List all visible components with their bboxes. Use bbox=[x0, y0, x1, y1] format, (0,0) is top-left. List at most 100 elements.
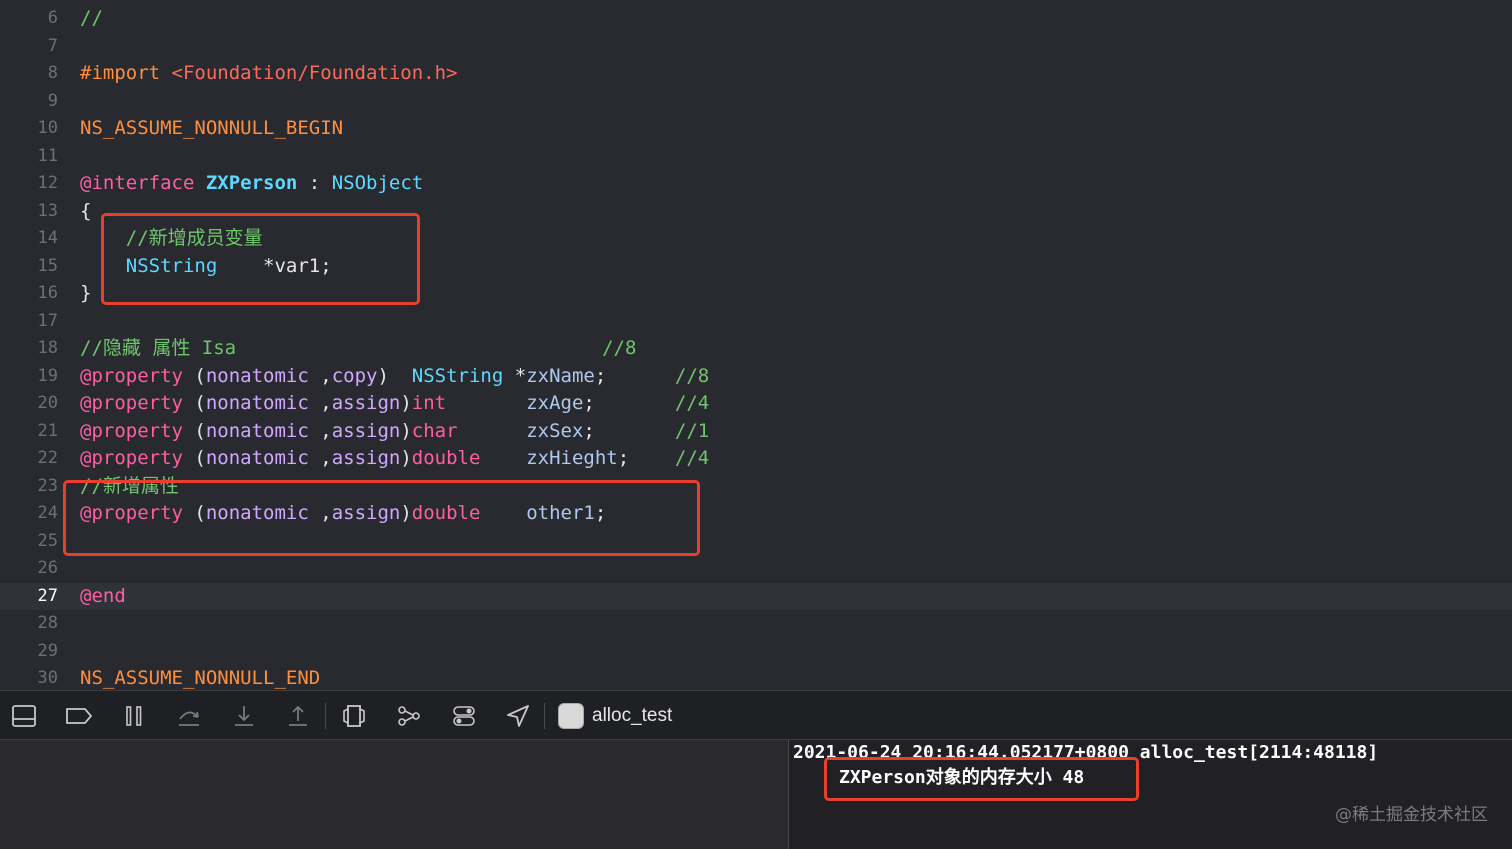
code-line[interactable]: 11 bbox=[0, 143, 1512, 171]
line-number[interactable]: 22 bbox=[0, 445, 58, 473]
code-line[interactable]: 23 //新增属性 bbox=[0, 473, 1512, 501]
code-token: double bbox=[411, 447, 481, 469]
code-line[interactable]: 26 bbox=[0, 555, 1512, 583]
line-number[interactable]: 21 bbox=[0, 418, 58, 446]
code-text[interactable]: @interface ZXPerson : NSObject bbox=[80, 170, 423, 198]
code-line[interactable]: 30 NS_ASSUME_NONNULL_END bbox=[0, 665, 1512, 690]
pause-icon[interactable] bbox=[121, 703, 147, 729]
code-token: copy bbox=[331, 364, 378, 387]
line-number[interactable]: 16 bbox=[0, 280, 58, 308]
view-hierarchy-icon[interactable] bbox=[341, 703, 367, 729]
line-number[interactable]: 7 bbox=[0, 33, 58, 61]
code-line[interactable]: 13 { bbox=[0, 198, 1512, 226]
code-line[interactable]: 7 bbox=[0, 33, 1512, 61]
code-text[interactable]: @property (nonatomic ,assign)double othe… bbox=[80, 500, 606, 528]
code-token: ; bbox=[583, 392, 675, 414]
line-number[interactable]: 19 bbox=[0, 363, 58, 391]
target-selector[interactable]: alloc_test bbox=[558, 701, 672, 731]
code-text[interactable]: { bbox=[80, 198, 91, 226]
line-number[interactable]: 11 bbox=[0, 143, 58, 171]
code-text[interactable]: } bbox=[80, 280, 91, 308]
app-icon bbox=[558, 703, 584, 729]
memory-graph-icon[interactable] bbox=[396, 703, 422, 729]
environment-overrides-icon[interactable] bbox=[451, 703, 477, 729]
code-line[interactable]: 15 NSString *var1; bbox=[0, 253, 1512, 281]
code-token: assign bbox=[331, 392, 401, 414]
step-into-icon[interactable] bbox=[231, 703, 257, 729]
line-number[interactable]: 10 bbox=[0, 115, 58, 143]
line-number[interactable]: 30 bbox=[0, 665, 58, 690]
line-number[interactable]: 17 bbox=[0, 308, 58, 336]
line-number[interactable]: 12 bbox=[0, 170, 58, 198]
code-text[interactable]: @end bbox=[80, 583, 126, 611]
code-line[interactable]: 16} bbox=[0, 280, 1512, 308]
line-number[interactable]: 26 bbox=[0, 555, 58, 583]
code-editor[interactable]: 6//7 8 #import <Foundation/Foundation.h> 9 1… bbox=[0, 0, 1512, 690]
code-line[interactable]: 21 @property (nonatomic ,assign)char zxSe… bbox=[0, 418, 1512, 446]
code-text[interactable]: //新增成员变量 bbox=[80, 225, 263, 253]
code-token: @property bbox=[80, 364, 195, 387]
code-text[interactable]: @property (nonatomic ,assign)double zxHi… bbox=[80, 445, 709, 473]
code-text[interactable]: NSString *var1; bbox=[80, 253, 332, 281]
code-line[interactable]: 12 @interface ZXPerson : NSObject bbox=[0, 170, 1512, 198]
code-text[interactable]: @property (nonatomic ,copy) NSString *zx… bbox=[80, 363, 709, 391]
code-token: int bbox=[411, 392, 447, 414]
line-number[interactable]: 29 bbox=[0, 638, 58, 666]
code-text[interactable]: #import <Foundation/Foundation.h> bbox=[80, 60, 458, 88]
code-line[interactable]: 8 #import <Foundation/Foundation.h> bbox=[0, 60, 1512, 88]
code-token: //隐藏 属性 Isa //8 bbox=[80, 337, 637, 359]
code-token: ( bbox=[194, 364, 206, 387]
line-number[interactable]: 23 bbox=[0, 473, 58, 501]
code-token: ; bbox=[617, 447, 675, 469]
line-number[interactable]: 18 bbox=[0, 335, 58, 363]
line-number[interactable]: 27 bbox=[0, 583, 58, 611]
code-line[interactable]: 14 //新增成员变量 bbox=[0, 225, 1512, 253]
line-number[interactable]: 14 bbox=[0, 225, 58, 253]
code-line[interactable]: 19 @property (nonatomic ,copy) NSString *… bbox=[0, 363, 1512, 391]
code-line[interactable]: 24 @property (nonatomic ,assign)double ot… bbox=[0, 500, 1512, 528]
code-token: ) bbox=[400, 419, 412, 442]
line-number[interactable]: 9 bbox=[0, 88, 58, 116]
code-line[interactable]: 27 @end bbox=[0, 582, 1512, 611]
code-text[interactable]: @property (nonatomic ,assign)int zxAge; … bbox=[80, 390, 709, 418]
line-number[interactable]: 6 bbox=[0, 5, 58, 33]
code-text[interactable]: NS_ASSUME_NONNULL_BEGIN bbox=[80, 115, 343, 143]
simulate-location-icon[interactable] bbox=[505, 703, 531, 729]
line-number[interactable]: 15 bbox=[0, 253, 58, 281]
code-line[interactable]: 28 bbox=[0, 610, 1512, 638]
code-token: //4 bbox=[674, 447, 710, 469]
code-text[interactable]: NS_ASSUME_NONNULL_END bbox=[80, 665, 320, 690]
code-text[interactable]: @property (nonatomic ,assign)char zxSex;… bbox=[80, 418, 709, 446]
console-log-line: 2021-06-24 20:16:44.052177+0800 alloc_te… bbox=[793, 742, 1379, 763]
hide-debug-area-icon[interactable] bbox=[11, 703, 37, 729]
code-line[interactable]: 29 bbox=[0, 638, 1512, 666]
code-line[interactable]: 10 NS_ASSUME_NONNULL_BEGIN bbox=[0, 115, 1512, 143]
toolbar-separator bbox=[544, 703, 545, 729]
line-number[interactable]: 25 bbox=[0, 528, 58, 556]
code-line[interactable]: 17 bbox=[0, 308, 1512, 336]
step-over-icon[interactable] bbox=[176, 703, 202, 729]
code-line[interactable]: 6 // bbox=[0, 5, 1512, 33]
code-line[interactable]: 18 //隐藏 属性 Isa //8 bbox=[0, 335, 1512, 363]
code-text[interactable]: //新增属性 bbox=[80, 473, 179, 501]
line-number[interactable]: 8 bbox=[0, 60, 58, 88]
code-token: ) bbox=[400, 447, 412, 469]
code-line[interactable]: 9 bbox=[0, 88, 1512, 116]
console-output[interactable]: 2021-06-24 20:16:44.052177+0800 alloc_te… bbox=[788, 740, 1512, 849]
code-text[interactable]: // bbox=[80, 5, 103, 33]
code-token: ( bbox=[194, 502, 206, 524]
line-number[interactable]: 24 bbox=[0, 500, 58, 528]
code-token: * bbox=[503, 364, 527, 387]
line-number[interactable]: 28 bbox=[0, 610, 58, 638]
code-line[interactable]: 25 bbox=[0, 528, 1512, 556]
variables-view[interactable] bbox=[0, 740, 787, 849]
breakpoints-toggle-icon[interactable] bbox=[64, 703, 94, 729]
code-line[interactable]: 22 @property (nonatomic ,assign)double zx… bbox=[0, 445, 1512, 473]
line-number[interactable]: 13 bbox=[0, 198, 58, 226]
code-text[interactable]: //隐藏 属性 Isa //8 bbox=[80, 335, 636, 363]
code-line[interactable]: 20 @property (nonatomic ,assign)int zxAge… bbox=[0, 390, 1512, 418]
code-token: ( bbox=[194, 447, 206, 469]
line-number[interactable]: 20 bbox=[0, 390, 58, 418]
target-label: alloc_test bbox=[592, 705, 673, 726]
step-out-icon[interactable] bbox=[285, 703, 311, 729]
